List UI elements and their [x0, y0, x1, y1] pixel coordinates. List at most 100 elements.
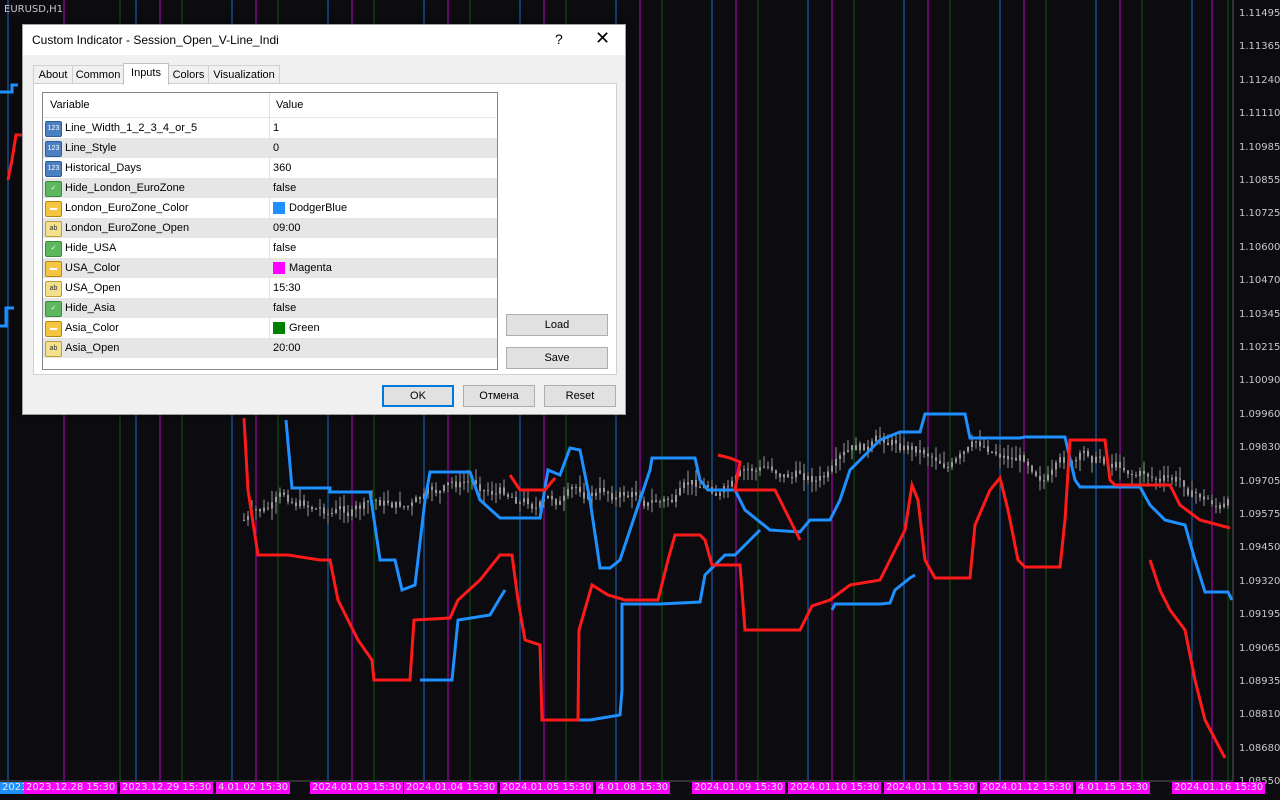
ok-button[interactable]: OK: [382, 385, 454, 407]
color-swatch[interactable]: [273, 262, 285, 274]
candle-body: [823, 475, 825, 478]
candle-body: [851, 445, 853, 451]
candle-body: [579, 486, 581, 493]
price-tick-label: 1.10090: [1239, 375, 1280, 387]
table-row[interactable]: ab USA_Open 15:30: [43, 278, 497, 298]
candle-body: [1171, 477, 1173, 480]
variable-value[interactable]: 1: [273, 122, 279, 134]
variable-value[interactable]: DodgerBlue: [289, 202, 347, 214]
dialog-titlebar[interactable]: Custom Indicator - Session_Open_V-Line_I…: [23, 25, 625, 55]
candle-body: [303, 500, 305, 506]
candle-body: [531, 504, 533, 509]
time-tick-label: 4.01.15 15:30: [1076, 782, 1151, 794]
variable-value[interactable]: 0: [273, 142, 279, 154]
variable-value[interactable]: Magenta: [289, 262, 332, 274]
candle-body: [1147, 473, 1149, 477]
time-tick-label: 2023.12.29 15:30: [120, 782, 214, 794]
candle-body: [287, 494, 289, 502]
variable-value[interactable]: 09:00: [273, 222, 301, 234]
candle-body: [335, 509, 337, 513]
tab-colors[interactable]: Colors: [168, 65, 209, 84]
save-button[interactable]: Save: [506, 347, 608, 369]
table-row[interactable]: ab London_EuroZone_Open 09:00: [43, 218, 497, 238]
tab-about[interactable]: About: [33, 65, 73, 84]
table-row[interactable]: ✓ Hide_London_EuroZone false: [43, 178, 497, 198]
help-button[interactable]: ?: [555, 31, 563, 47]
table-row[interactable]: ▬ Asia_Color Green: [43, 318, 497, 338]
price-tick-label: 1.09830: [1239, 442, 1280, 454]
reset-button[interactable]: Reset: [544, 385, 616, 407]
candle-body: [1191, 490, 1193, 498]
load-button[interactable]: Load: [506, 314, 608, 336]
candle-body: [535, 507, 537, 509]
candle-body: [243, 519, 245, 521]
variable-name: Historical_Days: [65, 162, 142, 174]
time-tick-label: 4.01.08 15:30: [596, 782, 671, 794]
candle-body: [811, 476, 813, 482]
table-row[interactable]: ab Asia_Open 20:00: [43, 338, 497, 358]
tab-inputs[interactable]: Inputs: [123, 63, 169, 85]
price-tick-label: 1.09195: [1239, 609, 1280, 621]
color-type-icon: ▬: [45, 321, 62, 337]
candle-body: [899, 443, 901, 451]
color-swatch[interactable]: [273, 322, 285, 334]
variable-value[interactable]: Green: [289, 322, 320, 334]
column-header-value[interactable]: Value: [276, 99, 303, 111]
table-row[interactable]: ▬ USA_Color Magenta: [43, 258, 497, 278]
table-row[interactable]: ✓ Hide_Asia false: [43, 298, 497, 318]
candle-body: [395, 501, 397, 508]
candle-body: [1027, 461, 1029, 466]
candle-body: [895, 439, 897, 444]
candle-body: [443, 485, 445, 492]
variable-value[interactable]: false: [273, 302, 296, 314]
candle-body: [675, 494, 677, 502]
cancel-button[interactable]: Отмена: [463, 385, 535, 407]
candle-body: [383, 500, 385, 506]
candle-body: [387, 500, 389, 503]
variable-value[interactable]: false: [273, 182, 296, 194]
candle-body: [355, 505, 357, 510]
candle-body: [467, 481, 469, 483]
table-row[interactable]: ✓ Hide_USA false: [43, 238, 497, 258]
price-tick-label: 1.11365: [1239, 41, 1280, 53]
variable-value[interactable]: 360: [273, 162, 291, 174]
candle-body: [715, 493, 717, 496]
table-row[interactable]: 123 Line_Width_1_2_3_4_or_5 1: [43, 118, 497, 138]
table-row[interactable]: 123 Line_Style 0: [43, 138, 497, 158]
price-tick-label: 1.11110: [1239, 108, 1280, 120]
variable-name: London_EuroZone_Color: [65, 202, 189, 214]
table-row[interactable]: 123 Historical_Days 360: [43, 158, 497, 178]
candle-body: [1047, 474, 1049, 481]
candle-body: [1043, 480, 1045, 482]
close-icon[interactable]: ✕: [595, 28, 610, 49]
candle-body: [431, 486, 433, 490]
candle-body: [771, 466, 773, 471]
tab-common[interactable]: Common: [72, 65, 124, 84]
candle-body: [495, 493, 497, 495]
tab-visualization[interactable]: Visualization: [208, 65, 280, 84]
candle-body: [683, 482, 685, 489]
candle-body: [315, 508, 317, 510]
color-swatch[interactable]: [273, 202, 285, 214]
candle-body: [783, 474, 785, 478]
candle-body: [1099, 456, 1101, 458]
candle-body: [839, 455, 841, 459]
variable-value[interactable]: false: [273, 242, 296, 254]
variable-value[interactable]: 15:30: [273, 282, 301, 294]
candle-body: [411, 502, 413, 507]
candle-body: [575, 486, 577, 488]
candle-body: [455, 481, 457, 488]
column-header-variable[interactable]: Variable: [50, 99, 90, 111]
boolean-type-icon: ✓: [45, 181, 62, 197]
table-row[interactable]: ▬ London_EuroZone_Color DodgerBlue: [43, 198, 497, 218]
candle-body: [827, 471, 829, 478]
variable-value[interactable]: 20:00: [273, 342, 301, 354]
price-tick-label: 1.08680: [1239, 742, 1280, 754]
candle-body: [291, 501, 293, 503]
time-tick-label: 2024.01.10 15:30: [788, 782, 882, 794]
candle-body: [1075, 459, 1077, 462]
price-tick-label: 1.11495: [1239, 8, 1280, 19]
custom-indicator-dialog: Custom Indicator - Session_Open_V-Line_I…: [22, 24, 626, 415]
candle-body: [971, 441, 973, 448]
price-tick-label: 1.10215: [1239, 342, 1280, 353]
